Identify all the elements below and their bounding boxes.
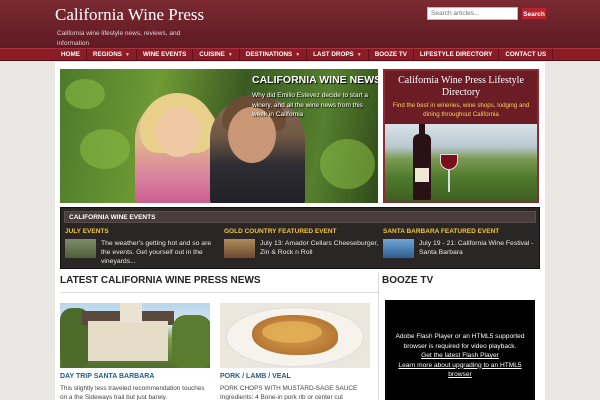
search-input[interactable] xyxy=(427,7,518,20)
html5-browser-link[interactable]: Learn more about upgrading to an HTML5 b… xyxy=(398,362,521,379)
latest-news-heading: LATEST CALIFORNIA WINE PRESS NEWS xyxy=(60,275,261,286)
nav-item-booze-tv[interactable]: BOOZE TV xyxy=(369,49,414,61)
site-header: California Wine Press California wine li… xyxy=(0,0,600,48)
tower-shape xyxy=(120,303,142,323)
event-text: The weather's getting hot and so are the… xyxy=(101,240,212,265)
flash-player-link[interactable]: Get the latest Flash Player xyxy=(421,352,499,359)
booze-tv-heading: BOOZE TV xyxy=(382,275,434,286)
nav-item-destinations[interactable]: DESTINATIONS ▼ xyxy=(240,49,308,61)
event-thumbnail[interactable] xyxy=(224,239,255,258)
event-title[interactable]: GOLD COUNTRY FEATURED EVENT xyxy=(224,228,379,235)
nav-item-regions[interactable]: REGIONS ▼ xyxy=(87,49,137,61)
nav-item-label: CUISINE xyxy=(199,51,225,58)
event-item[interactable]: GOLD COUNTRY FEATURED EVENT July 13: Ama… xyxy=(224,228,379,258)
leaf-decoration xyxy=(65,79,105,109)
events-header: CALIFORNIA WINE EVENTS xyxy=(64,211,536,223)
article-category[interactable]: DAY TRIP SANTA BARBARA xyxy=(60,373,154,380)
nav-item-label: BOOZE TV xyxy=(374,51,407,58)
article-image[interactable] xyxy=(60,303,210,368)
nav-item-contact-us[interactable]: CONTACT US xyxy=(499,49,554,61)
sauce-shape xyxy=(262,321,322,343)
nav-item-label: LAST DROPS xyxy=(313,51,354,58)
nav-item-label: CONTACT US xyxy=(505,51,547,58)
video-message-text: Adobe Flash Player or an HTML5 supported… xyxy=(395,333,525,350)
lifestyle-directory-ad[interactable]: California Wine Press Lifestyle Director… xyxy=(383,69,539,203)
hero-photo-woman-face xyxy=(156,107,200,157)
nav-item-label: WINE EVENTS xyxy=(142,51,187,58)
event-title[interactable]: JULY EVENTS xyxy=(65,228,220,235)
event-item[interactable]: SANTA BARBARA FEATURED EVENT July 19 - 2… xyxy=(383,228,538,258)
house-shape xyxy=(88,321,168,361)
ad-vineyard-image xyxy=(385,124,537,201)
event-thumbnail[interactable] xyxy=(383,239,414,258)
nav-item-wine-events[interactable]: WINE EVENTS xyxy=(137,49,194,61)
article-image[interactable] xyxy=(220,303,370,368)
wine-glass xyxy=(440,154,458,170)
nav-item-last-drops[interactable]: LAST DROPS ▼ xyxy=(307,49,369,61)
ad-subtitle: Find the best in wineries, wine shops, l… xyxy=(392,102,530,118)
article-category[interactable]: PORK / LAMB / VEAL xyxy=(220,373,291,380)
divider xyxy=(378,272,379,400)
article-description: PORK CHOPS WITH MUSTARD-SAGE SAUCE Ingre… xyxy=(220,385,358,400)
event-text: July 13: Amador Cellars Cheeseburger, Zi… xyxy=(260,240,379,256)
nav-item-label: HOME xyxy=(61,51,80,58)
nav-item-label: LIFESTYLE DIRECTORY xyxy=(419,51,493,58)
events-bar: CALIFORNIA WINE EVENTS JULY EVENTS The w… xyxy=(60,207,540,269)
chevron-down-icon: ▼ xyxy=(356,52,362,58)
video-player[interactable]: Adobe Flash Player or an HTML5 supported… xyxy=(385,300,535,400)
nav-item-home[interactable]: HOME xyxy=(55,49,87,61)
site-tagline: California wine lifestyle news, reviews,… xyxy=(57,30,181,47)
tree-shape xyxy=(172,315,210,368)
chevron-down-icon: ▼ xyxy=(124,52,130,58)
main-content: CALIFORNIA WINE NEWS Why did Emilio Este… xyxy=(55,62,545,400)
divider xyxy=(60,292,378,293)
article-description: This slightly less traveled recommendati… xyxy=(60,385,205,400)
nav-item-lifestyle-directory[interactable]: LIFESTYLE DIRECTORY xyxy=(414,49,500,61)
nav-item-label: REGIONS xyxy=(92,51,122,58)
events-header-label: CALIFORNIA WINE EVENTS xyxy=(69,214,156,221)
site-title[interactable]: California Wine Press xyxy=(55,5,204,25)
event-thumbnail[interactable] xyxy=(65,239,96,258)
leaf-decoration xyxy=(320,139,375,189)
event-text: July 19 - 21: California Wine Festival -… xyxy=(419,240,534,256)
video-message: Adobe Flash Player or an HTML5 supported… xyxy=(389,332,531,380)
leaf-decoration xyxy=(80,129,130,169)
nav-item-label: DESTINATIONS xyxy=(245,51,293,58)
hero-feature[interactable]: CALIFORNIA WINE NEWS Why did Emilio Este… xyxy=(60,69,378,203)
wine-bottle xyxy=(413,134,431,200)
hero-description: Why did Emilio Estevez decide to start a… xyxy=(252,92,368,118)
chevron-down-icon: ▼ xyxy=(227,52,233,58)
wine-glass-stem xyxy=(448,170,450,192)
event-item[interactable]: JULY EVENTS The weather's getting hot an… xyxy=(65,228,220,265)
hero-title[interactable]: CALIFORNIA WINE NEWS xyxy=(252,74,378,86)
main-nav: HOME REGIONS ▼ WINE EVENTS CUISINE ▼ DESTI… xyxy=(0,48,600,61)
wine-bottle-label xyxy=(415,168,429,182)
search-button[interactable]: Search xyxy=(521,7,547,20)
nav-item-cuisine[interactable]: CUISINE ▼ xyxy=(193,49,240,61)
ad-title: California Wine Press Lifestyle Director… xyxy=(398,75,524,98)
event-title[interactable]: SANTA BARBARA FEATURED EVENT xyxy=(383,228,538,235)
nav-list: HOME REGIONS ▼ WINE EVENTS CUISINE ▼ DESTI… xyxy=(55,49,554,61)
chevron-down-icon: ▼ xyxy=(295,52,301,58)
